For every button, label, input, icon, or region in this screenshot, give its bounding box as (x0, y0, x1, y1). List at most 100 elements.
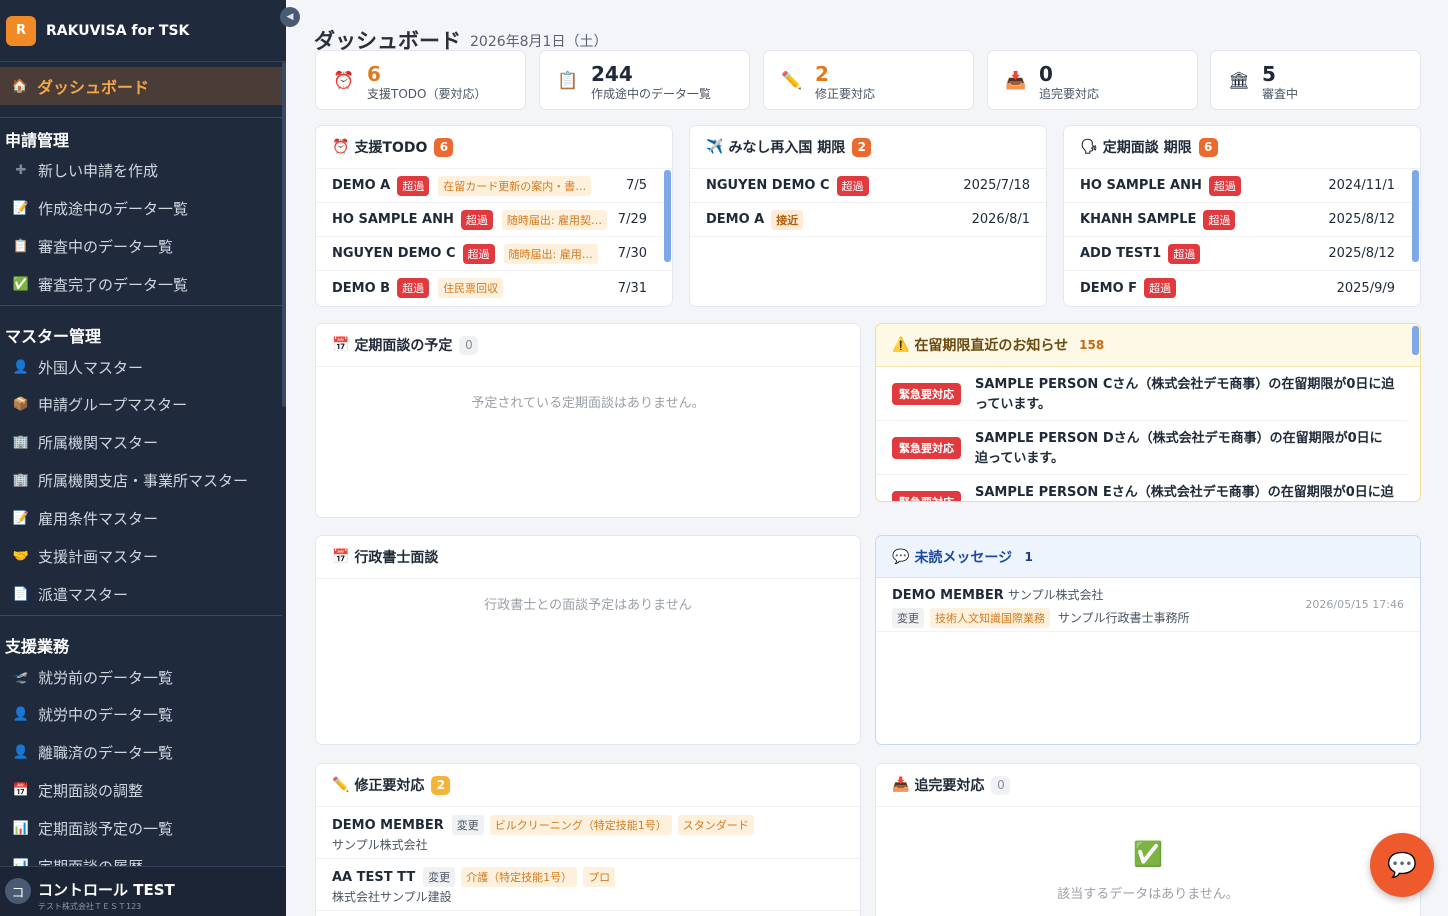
sidebar-item-new-application[interactable]: ✚ 新しい申請を作成 (0, 152, 282, 188)
table-row[interactable]: DEMO A 接近 2026/8/1 (690, 203, 1046, 237)
message-item[interactable]: DEMO MEMBER サンプル株式会社 変更 技術人文知識国際業務 サンプル行政… (876, 578, 1420, 632)
user-menu[interactable]: コ コントロール TEST テスト株式会社ＴＥＳＴ123 (0, 866, 286, 916)
table-row[interactable]: HO SAMPLE ANH 超過 随時届出: 雇用契… 7/29 (316, 203, 672, 237)
card-title: みなし再入国 期限 (728, 140, 846, 156)
sidebar-item-label: ダッシュボード (37, 78, 150, 97)
plus-icon: ✚ (15, 162, 27, 178)
sidebar: R RAKUVISA for TSK 🏠 ダッシュボード 申請管理 ✚ 新しい申請… (0, 0, 286, 916)
sidebar-item-employed[interactable]: 👤 就労中のデータ一覧 (0, 696, 282, 732)
card-title: 定期面談 期限 (1102, 140, 1192, 156)
status-badge: 超過 (1144, 278, 1177, 298)
stat-card-correction[interactable]: ✏️ 2 修正要対応 (763, 50, 974, 110)
sidebar-item-pre-employment[interactable]: 🛫 就労前のデータ一覧 (0, 659, 282, 695)
sidebar-item-under-review[interactable]: 📋 審査中のデータ一覧 (0, 228, 282, 264)
card-title: 在留期限直近のお知らせ (914, 338, 1069, 354)
table-row[interactable]: DEMO B 超過 住民票回収 7/31 (316, 271, 672, 305)
plane-icon: 🛫 (12, 669, 30, 685)
handshake-icon: 🤝 (12, 548, 30, 564)
user-name: コントロール TEST (38, 881, 175, 899)
bank-icon: 🏛 (1228, 71, 1250, 91)
message-time: 2026/05/15 17:46 (1305, 598, 1404, 611)
task-tag: 随時届出: 雇用… (503, 243, 598, 264)
urgent-badge: 緊急要対応 (892, 437, 961, 459)
sidebar-item-dispatch-master[interactable]: 📄 派遣マスター (0, 576, 282, 612)
sidebar-item-foreigner-master[interactable]: 👤 外国人マスター (0, 349, 282, 385)
table-row[interactable]: HO SAMPLE ANH 超過 2024/11/1 (1064, 169, 1420, 203)
stat-card-supplement[interactable]: 📥 0 追完要対応 (987, 50, 1198, 110)
interview-deadline-card: 🗣 定期面談 期限 6 HO SAMPLE ANH 超過 2024/11/1 KHANH… (1063, 125, 1421, 307)
sidebar-item-drafts[interactable]: 📝 作成途中のデータ一覧 (0, 190, 282, 226)
sidebar-item-dashboard[interactable]: 🏠 ダッシュボード (0, 67, 282, 105)
scrollbar[interactable] (1412, 170, 1419, 262)
calendar-icon: 📅 (12, 782, 30, 798)
notice-text: SAMPLE PERSON Dさん（株式会社デモ商事）の在留期限が0日に迫ってい… (975, 431, 1383, 466)
sidebar-item-branch-master[interactable]: 🏢 所属機関支店・事業所マスター (0, 462, 282, 498)
stat-label: 支援TODO（要対応） (367, 87, 487, 101)
scrollbar[interactable] (664, 170, 671, 262)
stat-value: 2 (815, 62, 829, 86)
list-item[interactable]: AA TEST TT 変更 介護（特定技能1号） プロ 株式会社サンプル建設 (316, 859, 860, 911)
stat-label: 審査中 (1262, 87, 1299, 101)
page-date: 2026年8月1日（土） (470, 34, 608, 50)
sidebar-collapse-button[interactable]: ◀ (280, 7, 300, 27)
status-badge: 超過 (397, 278, 430, 298)
chart-icon: 📊 (12, 820, 30, 836)
app-logo: R (6, 15, 36, 46)
stat-card-under-review[interactable]: 🏛 5 審査中 (1210, 50, 1421, 110)
empty-message: 該当するデータはありません。 (1057, 887, 1239, 902)
sidebar-item-group-master[interactable]: 📦 申請グループマスター (0, 386, 282, 422)
table-row[interactable]: ADD TEST1 超過 2025/8/12 (1064, 237, 1420, 271)
urgent-badge: 緊急要対応 (892, 491, 961, 501)
main-content: ダッシュボード 2026年8月1日（土） ⏰ 6 支援TODO（要対応） 📋 2… (286, 0, 1448, 916)
chat-button[interactable]: 💬 (1370, 833, 1434, 897)
status-badge: 超過 (1168, 243, 1201, 264)
warning-icon: ⚠️ (892, 337, 910, 353)
message-company: サンプル株式会社 (1007, 588, 1104, 602)
count-badge: 0 (459, 335, 479, 355)
sidebar-divider (0, 305, 282, 306)
office-icon: 🏢 (12, 434, 30, 450)
office-icon: 🏢 (12, 472, 30, 488)
notice-text: SAMPLE PERSON Eさん（株式会社デモ商事）の在留期限が0日に迫ってい… (975, 485, 1394, 500)
stat-card-drafts[interactable]: 📋 244 作成途中のデータ一覧 (539, 50, 750, 110)
user-org: テスト株式会社ＴＥＳＴ123 (38, 902, 142, 911)
brand[interactable]: R RAKUVISA for TSK (0, 0, 286, 62)
sidebar-item-interview-list[interactable]: 📊 定期面談予定の一覧 (0, 810, 282, 846)
sidebar-item-resigned[interactable]: 👤 離職済のデータ一覧 (0, 734, 282, 770)
list-item[interactable]: 緊急要対応 SAMPLE PERSON Cさん（株式会社デモ商事）の在留期限が0日… (876, 367, 1408, 421)
interview-schedule-card: 📅 定期面談の予定 0 予定されている定期面談はありません。 (315, 323, 861, 518)
list-item[interactable]: 緊急要対応 SAMPLE PERSON Dさん（株式会社デモ商事）の在留期限が0日… (876, 421, 1408, 475)
table-row[interactable]: NGUYEN DEMO C 超過 2025/7/18 (690, 169, 1046, 203)
table-row[interactable]: DEMO A 超過 在留カード更新の案内・書… 7/5 (316, 169, 672, 203)
list-item[interactable]: DEMO MEMBER 変更 ビルクリーニング（特定技能1号） スタンダード サンプル… (316, 807, 860, 859)
sidebar-item-interview-adjust[interactable]: 📅 定期面談の調整 (0, 772, 282, 808)
speaking-head-icon: 🗣 (1080, 139, 1098, 155)
home-icon: 🏠 (11, 78, 29, 94)
sidebar-item-org-master[interactable]: 🏢 所属機関マスター (0, 424, 282, 460)
table-row[interactable]: NGUYEN DEMO C 超過 随時届出: 雇用… 7/30 (316, 237, 672, 271)
stat-value: 244 (591, 62, 633, 86)
scrollbar[interactable] (1412, 326, 1419, 355)
chat-icon: 💬 (1387, 851, 1417, 879)
clipboard-icon: 📋 (557, 71, 579, 91)
table-row[interactable]: KHANH SAMPLE 超過 2025/8/12 (1064, 203, 1420, 237)
pencil-icon: ✏️ (332, 777, 350, 793)
person-icon: 👤 (12, 359, 30, 375)
memo-icon: 📝 (12, 200, 30, 216)
card-title: 未読メッセージ (914, 549, 1013, 566)
card-title: 追完要対応 (914, 778, 985, 794)
avatar: コ (5, 878, 31, 904)
inbox-icon: 📥 (892, 777, 910, 793)
count-badge: 2 (431, 775, 451, 795)
sidebar-item-employment-master[interactable]: 📝 雇用条件マスター (0, 500, 282, 536)
stat-value: 0 (1039, 62, 1053, 86)
pencil-icon: ✏️ (781, 71, 803, 91)
list-item[interactable]: 緊急要対応 SAMPLE PERSON Eさん（株式会社デモ商事）の在留期限が0日… (876, 475, 1408, 501)
table-row[interactable]: DEMO F 超過 2025/9/9 (1064, 271, 1420, 305)
count-badge: 1 (1024, 549, 1033, 564)
count-badge: 158 (1079, 338, 1105, 352)
sidebar-item-review-complete[interactable]: ✅ 審査完了のデータ一覧 (0, 266, 282, 302)
sidebar-section-master: マスター管理 (5, 327, 102, 346)
stat-card-todo[interactable]: ⏰ 6 支援TODO（要対応） (315, 50, 526, 110)
sidebar-item-support-plan-master[interactable]: 🤝 支援計画マスター (0, 538, 282, 574)
